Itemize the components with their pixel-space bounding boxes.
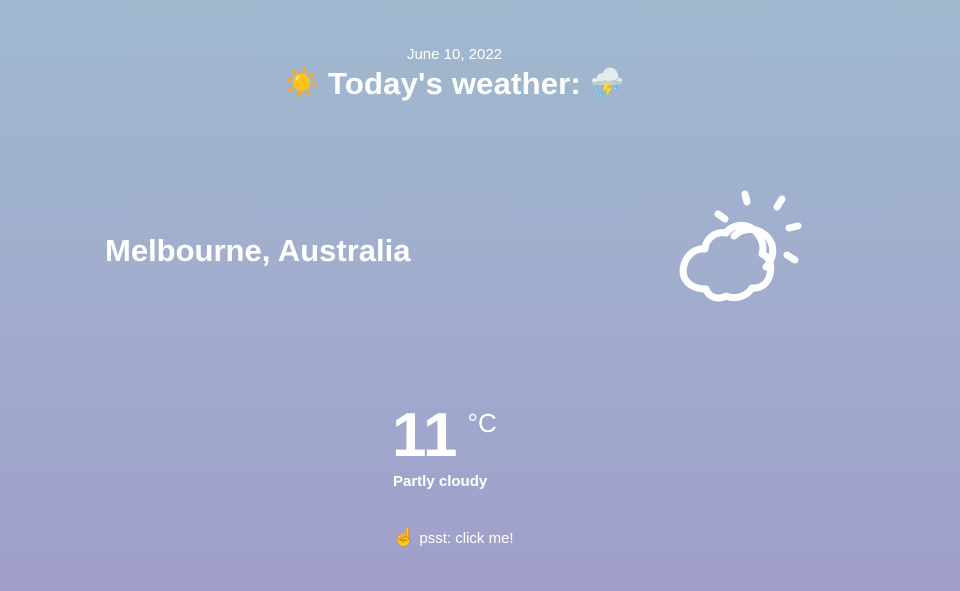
hint-text: psst: click me! [419,530,514,547]
condition-label: Partly cloudy [393,473,488,490]
temperature-block: 11 °C [392,398,497,474]
partly-cloudy-icon [679,190,802,302]
page-title: ☀️ Today's weather: ⛈️ [0,66,909,102]
storm-cloud-emoji-icon: ⛈️ [589,67,625,98]
sun-emoji-icon: ☀️ [284,67,320,98]
temperature-value: 11 [392,401,458,470]
city-name: Melbourne, Australia [105,233,411,268]
pointing-finger-emoji-icon: ☝️ [393,527,416,547]
temperature-unit: °C [467,408,497,438]
click-me-hint[interactable]: ☝️ psst: click me! [393,527,514,548]
date-label: June 10, 2022 [406,46,503,63]
page-title-text: Today's weather: [328,66,581,101]
